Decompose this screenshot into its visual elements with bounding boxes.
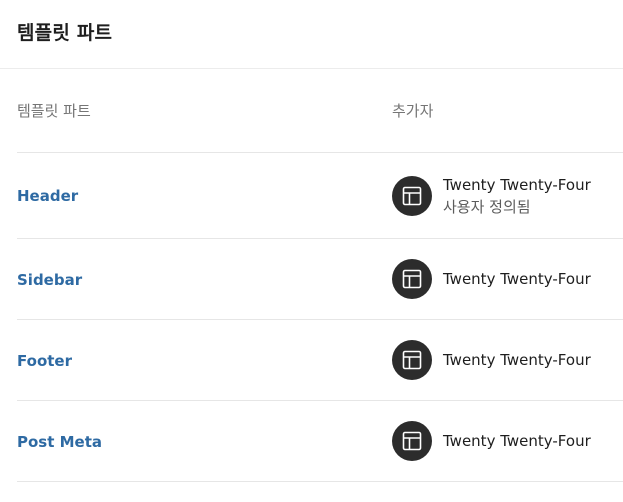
table-row: Header Twenty Twenty-Four 사용자 정의됨	[17, 153, 623, 239]
table-row: Post Meta Twenty Twenty-Four	[17, 401, 623, 482]
customized-status: 사용자 정의됨	[443, 197, 531, 216]
layout-icon	[392, 421, 432, 461]
template-part-link-footer[interactable]: Footer	[17, 352, 72, 370]
author-name: Twenty Twenty-Four	[443, 175, 591, 194]
author-info: Twenty Twenty-Four	[443, 268, 591, 290]
author-name: Twenty Twenty-Four	[443, 270, 591, 288]
layout-icon	[392, 175, 432, 216]
template-part-link-post-meta[interactable]: Post Meta	[17, 433, 102, 451]
template-parts-page: 템플릿 파트 템플릿 파트 추가자 Header Twenty Twenty-F…	[0, 0, 623, 502]
template-part-link-header[interactable]: Header	[17, 187, 78, 205]
table-row: Sidebar Twenty Twenty-Four	[17, 239, 623, 320]
table-header: 템플릿 파트 추가자	[17, 69, 623, 153]
page-title: 템플릿 파트	[17, 21, 113, 44]
table-row: Footer Twenty Twenty-Four	[17, 320, 623, 401]
layout-icon	[392, 340, 432, 380]
author-name: Twenty Twenty-Four	[443, 432, 591, 450]
template-parts-table: 템플릿 파트 추가자 Header Twenty Twenty-Four 사용자…	[17, 69, 623, 482]
column-header-name[interactable]: 템플릿 파트	[17, 102, 91, 120]
author-info: Twenty Twenty-Four	[443, 430, 591, 452]
page-header: 템플릿 파트	[0, 0, 623, 69]
layout-icon	[392, 259, 432, 299]
author-name: Twenty Twenty-Four	[443, 351, 591, 369]
template-part-link-sidebar[interactable]: Sidebar	[17, 271, 82, 289]
author-info: Twenty Twenty-Four 사용자 정의됨	[443, 174, 591, 218]
author-info: Twenty Twenty-Four	[443, 349, 591, 371]
column-header-author[interactable]: 추가자	[392, 100, 433, 121]
